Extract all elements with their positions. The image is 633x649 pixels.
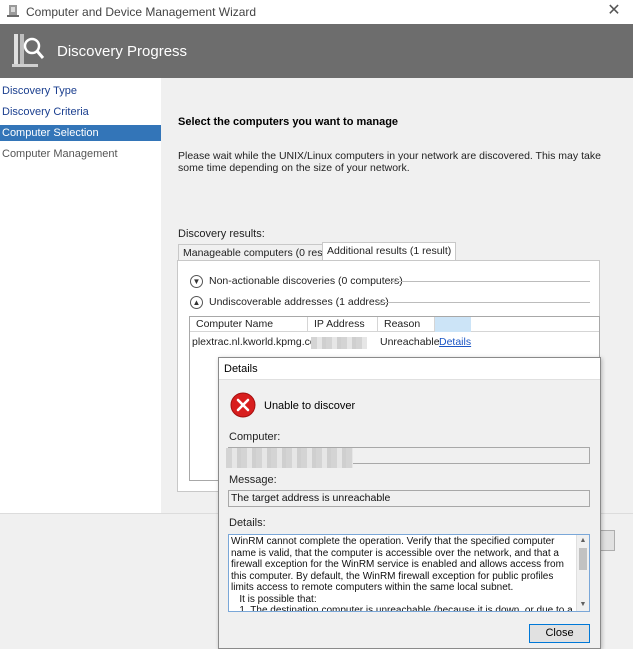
details-label: Details: <box>229 517 266 529</box>
details-scrollbar[interactable]: ▲ ▼ <box>576 535 589 611</box>
nav-item-computer-selection[interactable]: Computer Selection <box>0 125 161 141</box>
section-heading: Select the computers you want to manage <box>178 116 399 128</box>
error-message: Unable to discover <box>264 400 356 412</box>
scroll-thumb[interactable] <box>579 548 587 570</box>
chevron-down-icon[interactable]: ▼ <box>190 274 203 288</box>
details-textbox[interactable]: WinRM cannot complete the operation. Ver… <box>228 534 590 612</box>
window-close-button[interactable]: ✕ <box>602 1 626 21</box>
scroll-down-icon[interactable]: ▼ <box>577 599 589 611</box>
chevron-up-icon[interactable]: ▲ <box>190 295 203 309</box>
discovery-magnifier-icon <box>12 34 45 67</box>
window-title: Computer and Device Management Wizard <box>26 5 257 19</box>
column-header-selected <box>435 317 471 332</box>
cell-reason: Unreachable <box>380 336 440 348</box>
section-non-actionable-label: Non-actionable discoveries (0 computers) <box>209 275 403 287</box>
tab-additional-results[interactable]: Additional results (1 result) <box>322 242 457 261</box>
dialog-titlebar: Details <box>219 358 600 380</box>
section-non-actionable[interactable]: ▼ Non-actionable discoveries (0 computer… <box>190 273 403 289</box>
message-label: Message: <box>229 474 277 486</box>
computer-label: Computer: <box>229 431 281 443</box>
section-undiscoverable-label: Undiscoverable addresses (1 address) <box>209 296 389 308</box>
window-titlebar: Computer and Device Management Wizard ✕ <box>0 0 633 24</box>
wizard-nav: Discovery Type Discovery Criteria Comput… <box>0 78 161 513</box>
section-divider <box>390 281 590 282</box>
wizard-app-icon <box>7 5 19 17</box>
details-text: WinRM cannot complete the operation. Ver… <box>231 536 573 612</box>
close-button[interactable]: Close <box>529 624 590 643</box>
scroll-up-icon[interactable]: ▲ <box>577 535 589 547</box>
redacted-ip-address <box>311 337 367 349</box>
column-header-ip-address[interactable]: IP Address <box>308 317 378 332</box>
page-banner: Discovery Progress <box>0 24 633 78</box>
nav-item-computer-management: Computer Management <box>2 148 118 160</box>
dialog-title: Details <box>224 363 258 375</box>
page-title: Discovery Progress <box>57 43 188 60</box>
wizard-next-button[interactable] <box>599 530 615 551</box>
nav-item-discovery-type[interactable]: Discovery Type <box>0 83 161 99</box>
section-undiscoverable[interactable]: ▲ Undiscoverable addresses (1 address) <box>190 294 389 310</box>
discovery-results-label: Discovery results: <box>178 228 265 240</box>
error-x-icon <box>230 392 256 418</box>
redacted-computer-address <box>226 448 353 468</box>
cell-computer-name[interactable]: plextrac.nl.kworld.kpmg.com <box>192 336 324 350</box>
column-header-reason[interactable]: Reason <box>378 317 435 332</box>
description-text: Please wait while the UNIX/Linux compute… <box>178 150 601 174</box>
section-divider <box>378 302 590 303</box>
details-dialog: Details Unable to discover Computer: Mes… <box>218 357 601 649</box>
column-header-computer-name[interactable]: Computer Name <box>190 317 308 332</box>
details-link[interactable]: Details <box>439 336 471 350</box>
message-field[interactable]: The target address is unreachable <box>228 490 590 507</box>
grid-header: Computer Name IP Address Reason <box>190 317 599 332</box>
nav-item-discovery-criteria[interactable]: Discovery Criteria <box>0 104 161 120</box>
